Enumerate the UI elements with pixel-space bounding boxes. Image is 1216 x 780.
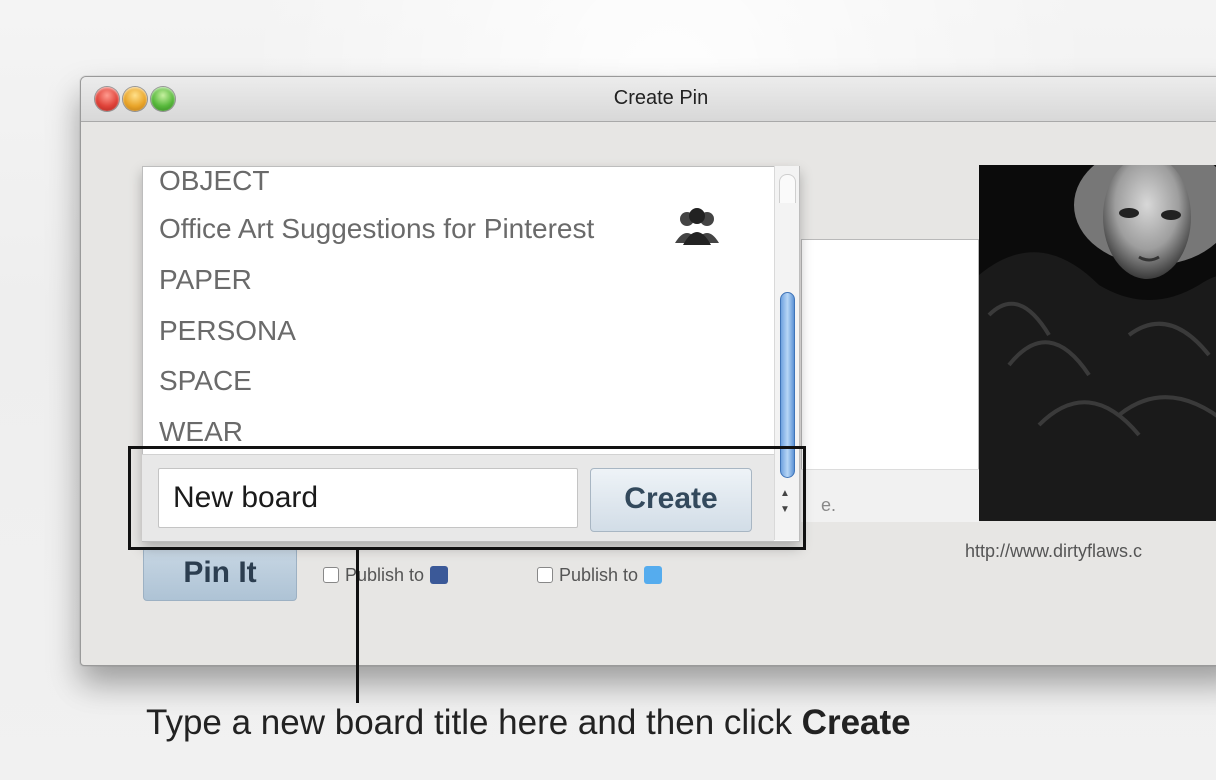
board-item-object[interactable]: OBJECT — [159, 167, 269, 197]
board-item-office-art[interactable]: Office Art Suggestions for Pinterest — [159, 213, 594, 245]
scrollbar-cap — [779, 174, 796, 203]
pin-image-preview — [979, 165, 1216, 521]
portrait-photo — [979, 165, 1216, 521]
callout-highlight-box — [128, 446, 806, 550]
publish-facebook-checkbox[interactable] — [323, 567, 339, 583]
board-item-space[interactable]: SPACE — [159, 365, 252, 397]
publish-facebook-option[interactable]: Publish to — [323, 565, 449, 586]
board-item-persona[interactable]: PERSONA — [159, 315, 296, 347]
publish-twitter-label: Publish to — [559, 565, 639, 585]
caption-text: Type a new board title here and then cli… — [146, 703, 802, 742]
twitter-icon — [644, 566, 663, 584]
title-bar[interactable]: Create Pin — [81, 77, 1216, 122]
window-title: Create Pin — [613, 87, 709, 109]
people-group-icon — [675, 208, 719, 245]
publish-twitter-checkbox[interactable] — [537, 567, 553, 583]
publish-twitter-option[interactable]: Publish to — [537, 565, 663, 586]
source-url: http://www.dirtyflaws.c — [965, 541, 1143, 561]
caption-bold-text: Create — [801, 703, 911, 742]
facebook-icon — [430, 566, 449, 584]
board-item-wear[interactable]: WEAR — [159, 416, 243, 448]
description-hint: e. — [821, 495, 837, 515]
board-item-paper[interactable]: PAPER — [159, 264, 252, 296]
callout-pointer-line — [356, 549, 359, 703]
pin-it-button[interactable]: Pin It — [143, 547, 297, 601]
instruction-caption: Type a new board title here and then cli… — [146, 703, 911, 743]
